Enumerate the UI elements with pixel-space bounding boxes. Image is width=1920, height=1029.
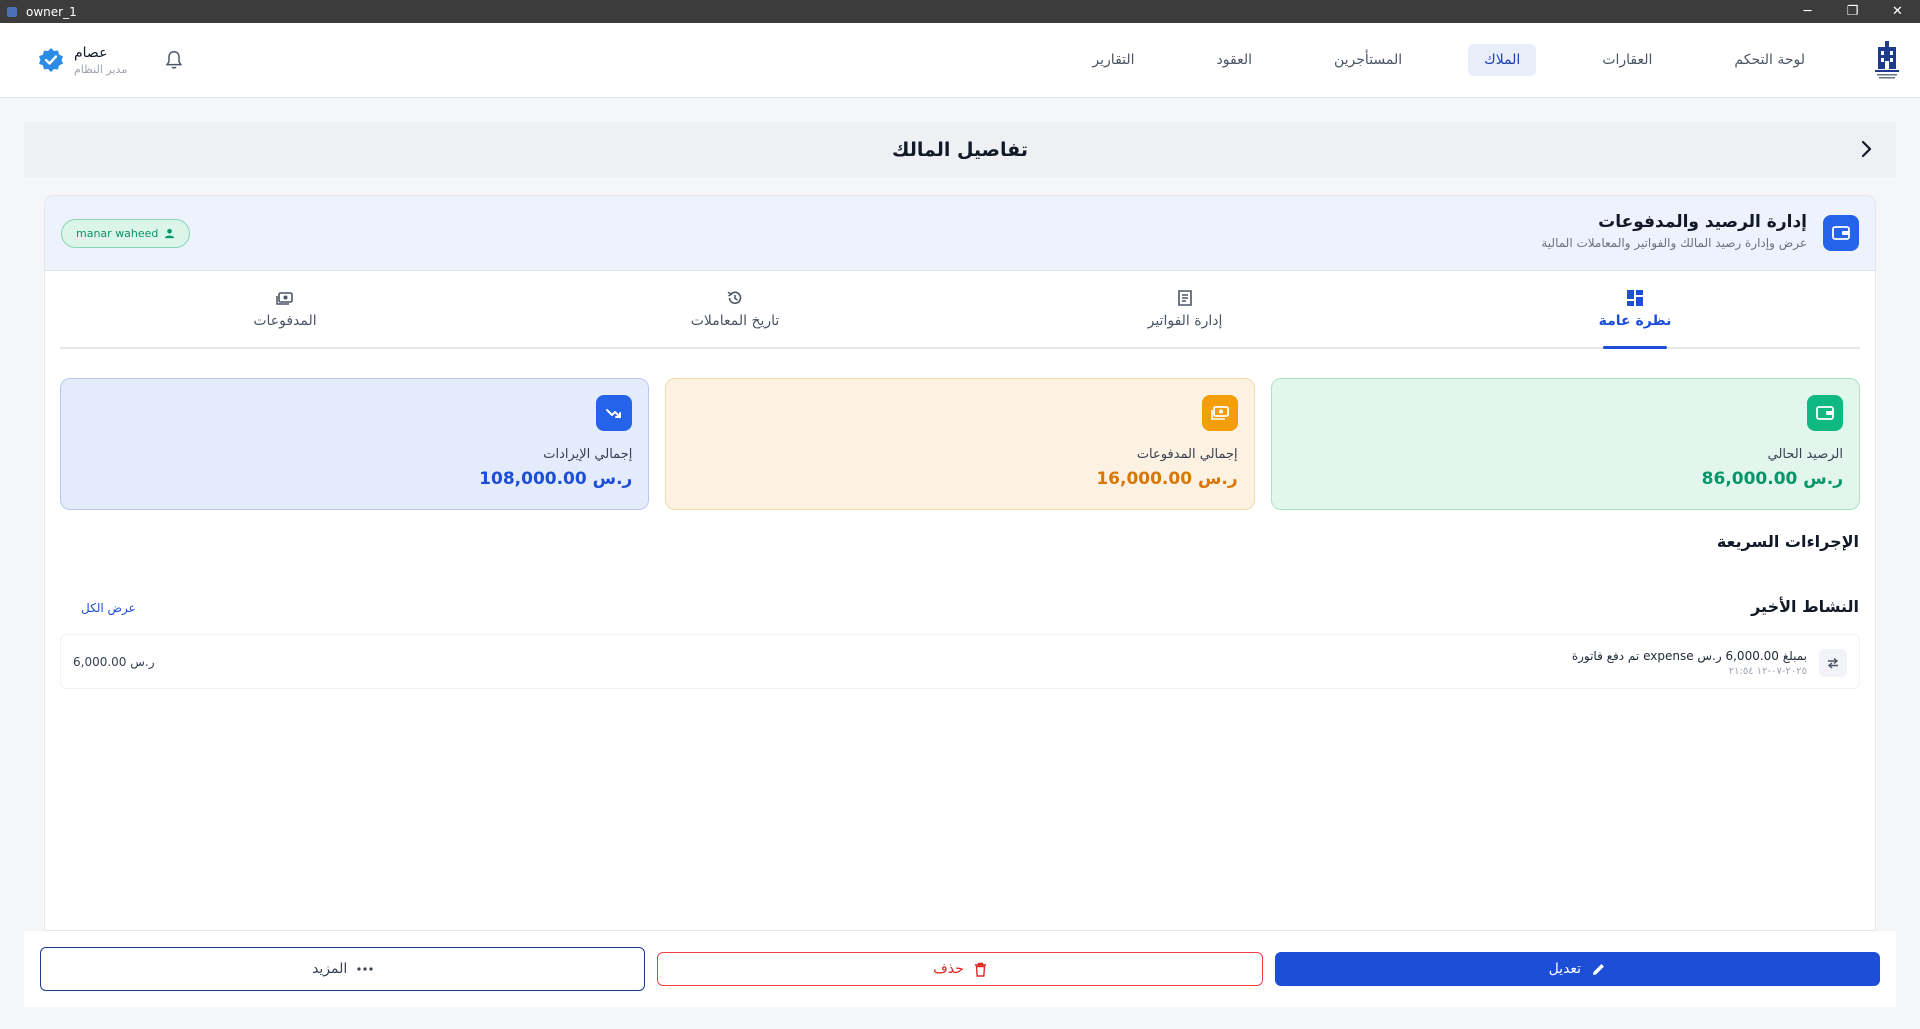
window-title: owner_1 (26, 4, 77, 19)
tab-transactions[interactable]: تاريخ المعاملات (510, 271, 960, 347)
dashboard-icon (1627, 290, 1643, 306)
stat-label: إجمالي الإيرادات (543, 447, 633, 462)
trend-icon (596, 395, 633, 431)
window-titlebar: owner_1 ─ ❐ ✕ (0, 0, 1920, 23)
pencil-icon (1593, 963, 1605, 975)
page-title-bar: تفاصيل المالك (24, 122, 1896, 177)
page-title: تفاصيل المالك (892, 138, 1028, 161)
nav-reports[interactable]: التقارير (1076, 44, 1150, 76)
tab-payments[interactable]: المدفوعات (60, 271, 510, 347)
nav-owners[interactable]: الملاك (1468, 44, 1537, 76)
stat-total-payments: إجمالي المدفوعات 16,000.00 ر.س (665, 378, 1255, 510)
activity-date: ٢٠٢٥-٠٧-١٢ ٢١:٥٤ (1728, 666, 1807, 677)
trash-icon (974, 962, 986, 977)
close-button[interactable]: ✕ (1875, 0, 1920, 23)
tab-overview[interactable]: نظرة عامة (1410, 271, 1860, 349)
tab-label: إدارة الفواتير (1147, 313, 1223, 329)
user-area[interactable]: عصام مدير النظام (38, 45, 185, 76)
balance-card: إدارة الرصيد والمدفوعات عرض وإدارة رصيد … (44, 195, 1876, 931)
tab-label: نظرة عامة (1598, 313, 1672, 329)
activity-amount: 6,000.00 ر.س (73, 655, 155, 669)
user-role: مدير النظام (74, 62, 128, 76)
stat-current-balance: الرصيد الحالي 86,000.00 ر.س (1270, 378, 1860, 510)
owner-name: manar waheed (76, 227, 159, 240)
view-all-link[interactable]: عرض الكل (81, 601, 136, 615)
tab-label: تاريخ المعاملات (690, 313, 780, 329)
main-nav: التقارير العقود المستأجرين الملاك العقار… (1051, 39, 1902, 81)
delete-button[interactable]: حذف (657, 952, 1263, 986)
app-logo (1875, 41, 1899, 79)
activity-text: تم دفع فاتورة expense بمبلغ 6,000.00 ر.س (1571, 649, 1807, 663)
stats-row: الرصيد الحالي 86,000.00 ر.س إجمالي المدف… (60, 378, 1860, 510)
back-button[interactable] (1854, 136, 1880, 162)
nav-contracts[interactable]: العقود (1201, 44, 1268, 76)
stat-value: 108,000.00 ر.س (479, 469, 633, 489)
delete-label: حذف (933, 961, 964, 977)
wallet-icon (1807, 395, 1843, 431)
edit-label: تعديل (1548, 961, 1582, 977)
card-subtitle: عرض وإدارة رصيد المالك والفواتير والمعام… (1541, 236, 1807, 250)
nav-tenants[interactable]: المستأجرين (1318, 44, 1418, 76)
stat-total-revenue: إجمالي الإيرادات 108,000.00 ر.س (60, 378, 650, 510)
tab-bar: نظرة عامة إدارة الفواتير تاريخ المعاملات… (60, 271, 1860, 349)
user-name: عصام (74, 44, 108, 61)
top-header: عصام مدير النظام التقارير العقود المستأج… (0, 23, 1920, 98)
edit-button[interactable]: تعديل (1274, 952, 1880, 986)
nav-dashboard[interactable]: لوحة التحكم (1718, 44, 1821, 76)
stat-value: 16,000.00 ر.س (1096, 469, 1238, 489)
minimize-button[interactable]: ─ (1785, 0, 1830, 23)
more-dots-icon (357, 967, 373, 971)
owner-badge: manar waheed (61, 219, 191, 248)
card-title: إدارة الرصيد والمدفوعات (1598, 212, 1807, 232)
more-button[interactable]: المزيد (40, 947, 646, 991)
bell-icon[interactable] (163, 49, 185, 71)
recent-activity-title: النشاط الأخير (1751, 597, 1859, 616)
stat-label: إجمالي المدفوعات (1136, 447, 1238, 462)
transfer-icon (1819, 649, 1847, 677)
restore-button[interactable]: ❐ (1830, 0, 1875, 23)
card-header: إدارة الرصيد والمدفوعات عرض وإدارة رصيد … (45, 196, 1875, 271)
tab-label: المدفوعات (253, 313, 317, 329)
receipt-icon (1178, 290, 1192, 306)
tab-invoices[interactable]: إدارة الفواتير (960, 271, 1410, 347)
stat-value: 86,000.00 ر.س (1701, 469, 1843, 489)
history-icon (727, 291, 742, 305)
list-item[interactable]: تم دفع فاتورة expense بمبلغ 6,000.00 ر.س… (60, 634, 1860, 689)
footer-actions: تعديل حذف المزيد (24, 931, 1896, 1007)
verified-badge-icon (39, 48, 63, 72)
chevron-right-icon (1861, 140, 1872, 158)
wallet-header-icon (1823, 215, 1859, 251)
person-icon (165, 228, 175, 239)
app-icon (7, 6, 17, 17)
cash-icon (1201, 395, 1238, 431)
more-label: المزيد (312, 961, 348, 977)
stat-label: الرصيد الحالي (1767, 447, 1843, 462)
payments-icon (276, 292, 293, 305)
nav-properties[interactable]: العقارات (1586, 44, 1668, 76)
quick-actions-title: الإجراءات السريعة (1716, 532, 1859, 551)
